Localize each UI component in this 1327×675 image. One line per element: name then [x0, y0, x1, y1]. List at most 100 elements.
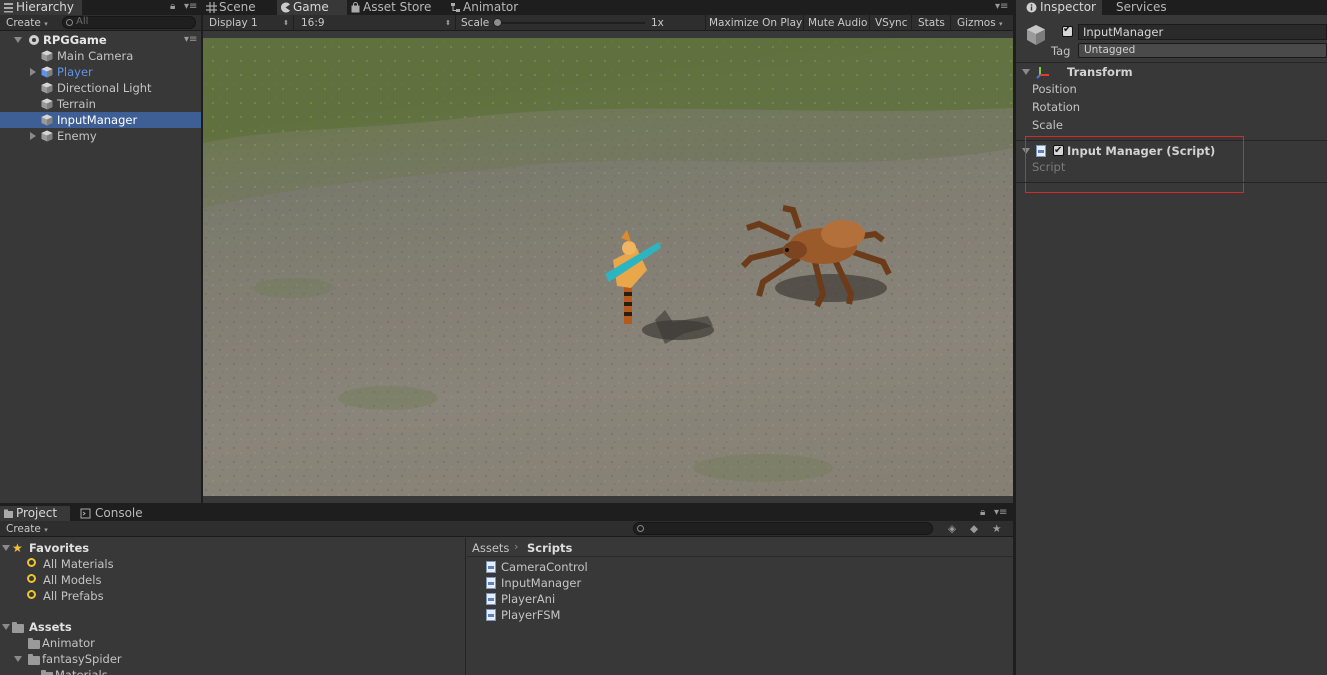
scene-name: RPGGame	[43, 33, 107, 47]
scale-slider[interactable]	[493, 18, 645, 27]
hierarchy-item-label: Main Camera	[57, 49, 134, 63]
collapse-arrow-icon[interactable]	[1022, 69, 1030, 75]
tag-value: Untagged	[1084, 44, 1136, 56]
script-file-item[interactable]: PlayerAni	[467, 591, 1013, 607]
asset-folder-item[interactable]: Animator	[0, 635, 465, 651]
tab-project[interactable]: Project	[0, 506, 70, 521]
tab-game[interactable]: Game	[277, 0, 347, 15]
favorite-item-label: All Prefabs	[43, 589, 104, 603]
asset-folder-item[interactable]: Materials	[0, 667, 465, 675]
scale-slider-thumb[interactable]	[493, 18, 502, 27]
gizmos-button[interactable]: Gizmos ▾	[957, 15, 1003, 31]
project-search-input[interactable]	[633, 522, 933, 535]
project-create-button[interactable]: Create ▾	[6, 521, 48, 537]
tab-services[interactable]: Services	[1104, 0, 1184, 15]
favorites-header[interactable]: ★ Favorites	[0, 540, 465, 556]
gameobject-cube-icon	[41, 50, 53, 62]
tab-hierarchy[interactable]: Hierarchy	[0, 0, 82, 15]
game-viewport[interactable]	[203, 38, 1013, 496]
transform-field-row: Rotation	[1016, 99, 1327, 115]
transform-field-label: Scale	[1032, 118, 1063, 132]
folder-icon	[12, 622, 24, 633]
tab-scene[interactable]: Scene	[203, 0, 277, 15]
hierarchy-panel: Hierarchy 🔒︎ ▾≡ Create ▾ All RPGGame ▾≡ …	[0, 0, 201, 503]
expand-arrow-icon[interactable]	[2, 624, 10, 630]
list-icon	[3, 2, 14, 13]
filter-label-icon[interactable]: ◆	[970, 521, 978, 537]
script-file-label: PlayerFSM	[501, 608, 561, 622]
csharp-script-icon	[486, 577, 496, 589]
animator-icon	[450, 2, 461, 13]
scene-menu-icon[interactable]: ▾≡	[184, 32, 197, 48]
tab-asset-store[interactable]: Asset Store	[347, 0, 447, 15]
csharp-script-icon	[486, 561, 496, 573]
updown-arrow-icon: ⬍	[283, 19, 289, 27]
gameobject-cube-icon	[41, 130, 53, 142]
folder-tab-icon	[3, 508, 14, 519]
hierarchy-item[interactable]: Terrain	[0, 96, 201, 112]
asset-folder-item[interactable]: fantasySpider	[0, 651, 465, 667]
tab-animator[interactable]: Animator	[447, 0, 537, 15]
gizmos-label: Gizmos	[957, 17, 996, 29]
info-icon	[1026, 2, 1037, 13]
hierarchy-item[interactable]: Player	[0, 64, 201, 80]
name-field[interactable]: InputManager	[1078, 24, 1327, 40]
vsync-button[interactable]: VSync	[875, 15, 908, 31]
script-file-item[interactable]: CameraControl	[467, 559, 1013, 575]
assets-header[interactable]: Assets	[0, 619, 465, 635]
tag-dropdown[interactable]: Untagged	[1078, 43, 1327, 58]
breadcrumb-scripts[interactable]: Scripts	[527, 541, 572, 555]
transform-field-label: Position	[1032, 82, 1077, 96]
toolbar-separator	[911, 15, 912, 31]
expand-arrow-icon[interactable]	[2, 545, 10, 551]
updown-arrow-icon: ⬍	[445, 19, 451, 27]
active-toggle[interactable]	[1062, 24, 1073, 37]
favorite-star-icon[interactable]: ★	[992, 521, 1001, 537]
hierarchy-item-label: InputManager	[57, 113, 138, 127]
script-file-item[interactable]: InputManager	[467, 575, 1013, 591]
transform-header[interactable]: Transform	[1016, 64, 1327, 80]
expand-arrow-icon[interactable]	[30, 68, 36, 76]
tab-inspector[interactable]: Inspector	[1016, 0, 1102, 15]
asset-folder-label: Animator	[42, 636, 95, 650]
gameobject-cube-icon	[41, 114, 53, 126]
favorite-item[interactable]: All Prefabs	[0, 588, 465, 604]
hierarchy-item[interactable]: Directional Light	[0, 80, 201, 96]
tab-inspector-label: Inspector	[1040, 0, 1096, 14]
mute-audio-button[interactable]: Mute Audio	[808, 15, 867, 31]
expand-arrow-icon[interactable]	[30, 132, 36, 140]
maximize-on-play-button[interactable]: Maximize On Play	[709, 15, 802, 31]
hierarchy-item-label: Terrain	[57, 97, 96, 111]
toolbar-separator	[803, 15, 804, 31]
display-dropdown[interactable]: Display 1 ⬍	[209, 15, 291, 31]
game-menu-icon[interactable]: ▾≡	[995, 1, 1008, 12]
tab-game-label: Game	[293, 0, 329, 14]
lock-icon[interactable]: 🔒︎	[170, 1, 175, 12]
hierarchy-item[interactable]: Enemy	[0, 128, 201, 144]
lock-icon[interactable]: 🔒︎	[980, 507, 985, 518]
script-file-item[interactable]: PlayerFSM	[467, 607, 1013, 623]
tab-console[interactable]: Console	[74, 506, 154, 521]
hierarchy-search-input[interactable]: All	[62, 16, 196, 29]
asset-folder-label: fantasySpider	[42, 652, 122, 666]
hierarchy-item[interactable]: Main Camera	[0, 48, 201, 64]
favorite-item[interactable]: All Models	[0, 572, 465, 588]
breadcrumb-assets[interactable]: Assets	[472, 541, 509, 555]
favorite-item[interactable]: All Materials	[0, 556, 465, 572]
tab-hierarchy-label: Hierarchy	[16, 0, 75, 14]
menu-icon[interactable]: ▾≡	[994, 507, 1007, 518]
expand-arrow-icon[interactable]	[14, 656, 22, 662]
filter-type-icon[interactable]: ◈	[948, 521, 956, 537]
create-button[interactable]: Create ▾	[6, 15, 48, 31]
expand-arrow-icon[interactable]	[14, 37, 22, 43]
hierarchy-item[interactable]: InputManager	[0, 112, 201, 128]
inspector-panel: Inspector Services InputManager Tag Unta…	[1016, 0, 1327, 675]
menu-icon[interactable]: ▾≡	[184, 1, 197, 12]
script-file-label: CameraControl	[501, 560, 588, 574]
transform-axes-icon	[1036, 67, 1049, 79]
aspect-dropdown[interactable]: 16:9 ⬍	[301, 15, 451, 31]
scene-root-row[interactable]: RPGGame ▾≡	[0, 32, 201, 48]
grid-icon	[206, 2, 217, 13]
stats-button[interactable]: Stats	[918, 15, 945, 31]
divider	[1016, 182, 1327, 183]
